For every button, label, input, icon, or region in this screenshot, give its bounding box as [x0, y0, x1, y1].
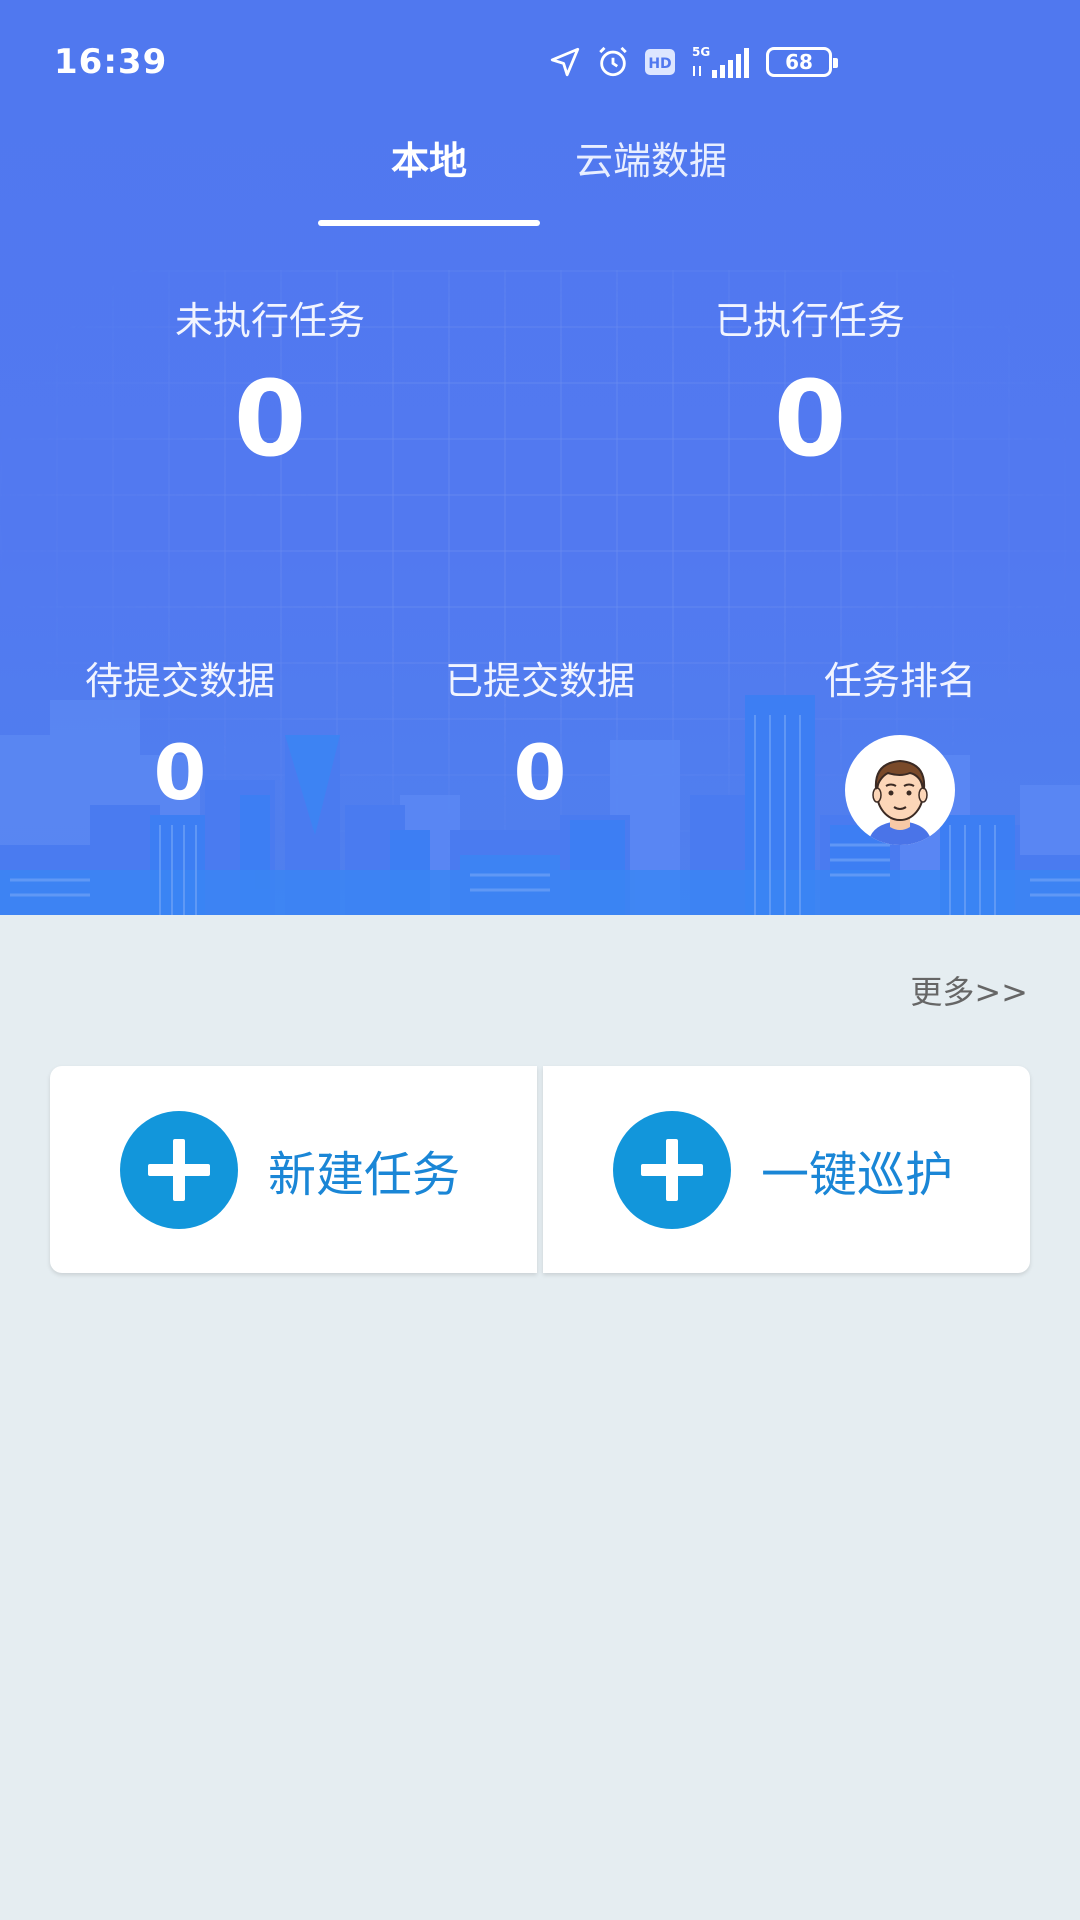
- stat-pending-data[interactable]: 待提交数据 0: [30, 650, 330, 811]
- stat-submitted-value: 0: [513, 728, 567, 817]
- one-click-patrol-button[interactable]: 一键巡护: [543, 1066, 1030, 1273]
- svg-text:5G: 5G: [692, 45, 710, 59]
- stat-pending-label: 待提交数据: [84, 659, 275, 703]
- quick-actions: 新建任务 一键巡护: [50, 1066, 1030, 1273]
- tab-local[interactable]: 本地: [318, 130, 540, 185]
- tab-cloud-data[interactable]: 云端数据: [540, 130, 762, 185]
- stat-submitted-label: 已提交数据: [444, 659, 635, 703]
- tab-bar: 本地 云端数据: [0, 130, 1080, 230]
- more-link[interactable]: 更多>>: [910, 967, 1028, 1013]
- stat-executed-value: 0: [773, 358, 847, 480]
- stat-unexecuted-value: 0: [233, 358, 307, 480]
- alarm-icon: [596, 45, 630, 79]
- location-arrow-icon: [548, 45, 582, 79]
- header-banner: 16:39 HD 5G 68 本地 云端数据 未执行任务 0 已执行任务 0 待…: [0, 0, 1080, 915]
- one-click-patrol-label: 一键巡护: [761, 1146, 954, 1203]
- signal-5g-icon: 5G: [690, 44, 752, 80]
- plus-circle-icon: [120, 1110, 238, 1229]
- status-bar: 16:39 HD 5G 68: [0, 0, 1080, 110]
- svg-text:HD: HD: [648, 56, 671, 72]
- stat-executed-label: 已执行任务: [714, 299, 905, 343]
- battery-icon: 68: [766, 47, 838, 77]
- hd-icon: HD: [644, 48, 676, 76]
- stat-unexecuted-tasks[interactable]: 未执行任务 0: [120, 290, 420, 471]
- plus-circle-icon: [613, 1110, 731, 1229]
- status-time: 16:39: [54, 42, 168, 82]
- stat-ranking-label: 任务排名: [823, 659, 976, 703]
- stat-task-ranking[interactable]: 任务排名: [750, 650, 1050, 845]
- stat-pending-value: 0: [153, 728, 207, 817]
- user-avatar-icon[interactable]: [845, 735, 955, 845]
- stat-executed-tasks[interactable]: 已执行任务 0: [660, 290, 960, 471]
- stat-submitted-data[interactable]: 已提交数据 0: [390, 650, 690, 811]
- status-icons: HD 5G 68: [548, 42, 838, 82]
- new-task-label: 新建任务: [268, 1146, 461, 1203]
- new-task-button[interactable]: 新建任务: [50, 1066, 537, 1273]
- tab-selected-indicator: [318, 220, 540, 226]
- stat-unexecuted-label: 未执行任务: [174, 299, 365, 343]
